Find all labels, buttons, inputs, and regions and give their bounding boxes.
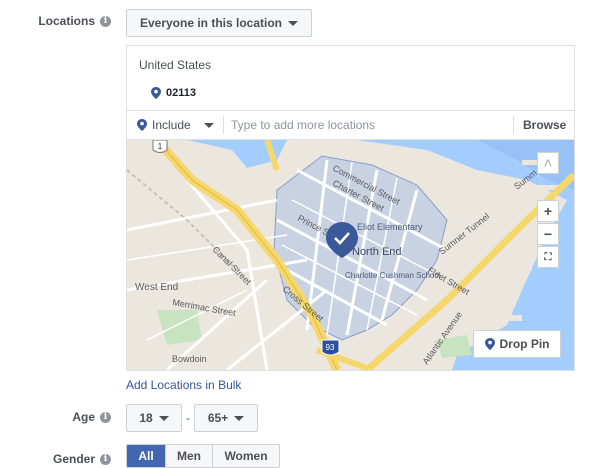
location-item-label: 02113	[166, 87, 196, 99]
zoom-in-button[interactable]: +	[537, 200, 559, 222]
svg-text:93: 93	[326, 343, 335, 352]
drop-pin-label: Drop Pin	[499, 337, 550, 351]
divider	[223, 116, 224, 134]
locations-label-text: Locations	[38, 14, 95, 28]
locations-label: Locations i	[38, 14, 111, 28]
chevron-down-icon	[158, 415, 169, 421]
drop-pin-button[interactable]: Drop Pin	[473, 330, 561, 358]
route-93-shield: 93	[321, 339, 340, 356]
map-pin-icon	[151, 87, 161, 99]
include-label: Include	[152, 118, 191, 132]
location-map[interactable]: 1 93 Commercial Street Charter Street Pr…	[127, 140, 574, 370]
fullscreen-icon[interactable]: ⛶	[537, 246, 559, 268]
age-label-text: Age	[72, 410, 95, 424]
svg-text:1: 1	[158, 142, 163, 151]
browse-button[interactable]: Browse	[523, 118, 566, 132]
age-max-value: 65+	[207, 411, 229, 425]
location-panel: United States 02113 Include Browse	[126, 45, 575, 371]
info-icon[interactable]: i	[100, 15, 111, 27]
map-label: West End	[135, 282, 178, 293]
age-min-dropdown[interactable]: 18	[126, 404, 182, 432]
add-locations-bulk-link[interactable]: Add Locations in Bulk	[126, 378, 241, 392]
location-item[interactable]: 02113	[151, 87, 196, 99]
chevron-up-icon[interactable]: ˄	[537, 152, 559, 174]
gender-label-text: Gender	[52, 452, 95, 466]
map-pin-icon	[137, 119, 147, 131]
location-search-input[interactable]	[231, 116, 501, 134]
age-separator: -	[186, 411, 190, 425]
gender-option-women[interactable]: Women	[212, 445, 279, 467]
location-mode-dropdown[interactable]: Everyone in this location	[126, 9, 312, 37]
location-search-row: Include Browse	[127, 110, 574, 140]
include-dropdown[interactable]: Include	[137, 118, 214, 132]
route-1-shield: 1	[152, 140, 168, 153]
age-min-value: 18	[139, 411, 153, 425]
gender-label: Gender i	[53, 452, 111, 466]
gender-option-men[interactable]: Men	[165, 445, 212, 467]
gender-segmented-control: All Men Women	[126, 444, 280, 468]
map-pin-icon	[484, 338, 495, 350]
gender-option-all[interactable]: All	[127, 445, 165, 467]
age-label: Age i	[72, 410, 111, 424]
divider	[513, 116, 514, 134]
location-country: United States	[139, 58, 212, 72]
map-label: Eliot Elementary	[357, 222, 423, 232]
chevron-down-icon	[203, 122, 214, 128]
info-icon[interactable]: i	[100, 453, 111, 465]
age-max-dropdown[interactable]: 65+	[194, 404, 258, 432]
chevron-down-icon	[288, 20, 299, 26]
chevron-down-icon	[234, 415, 245, 421]
map-label: Bowdoin	[172, 354, 207, 364]
info-icon[interactable]: i	[100, 411, 111, 423]
location-mode-label: Everyone in this location	[139, 16, 283, 30]
map-label: North End	[352, 246, 402, 258]
zoom-out-button[interactable]: −	[537, 223, 559, 245]
